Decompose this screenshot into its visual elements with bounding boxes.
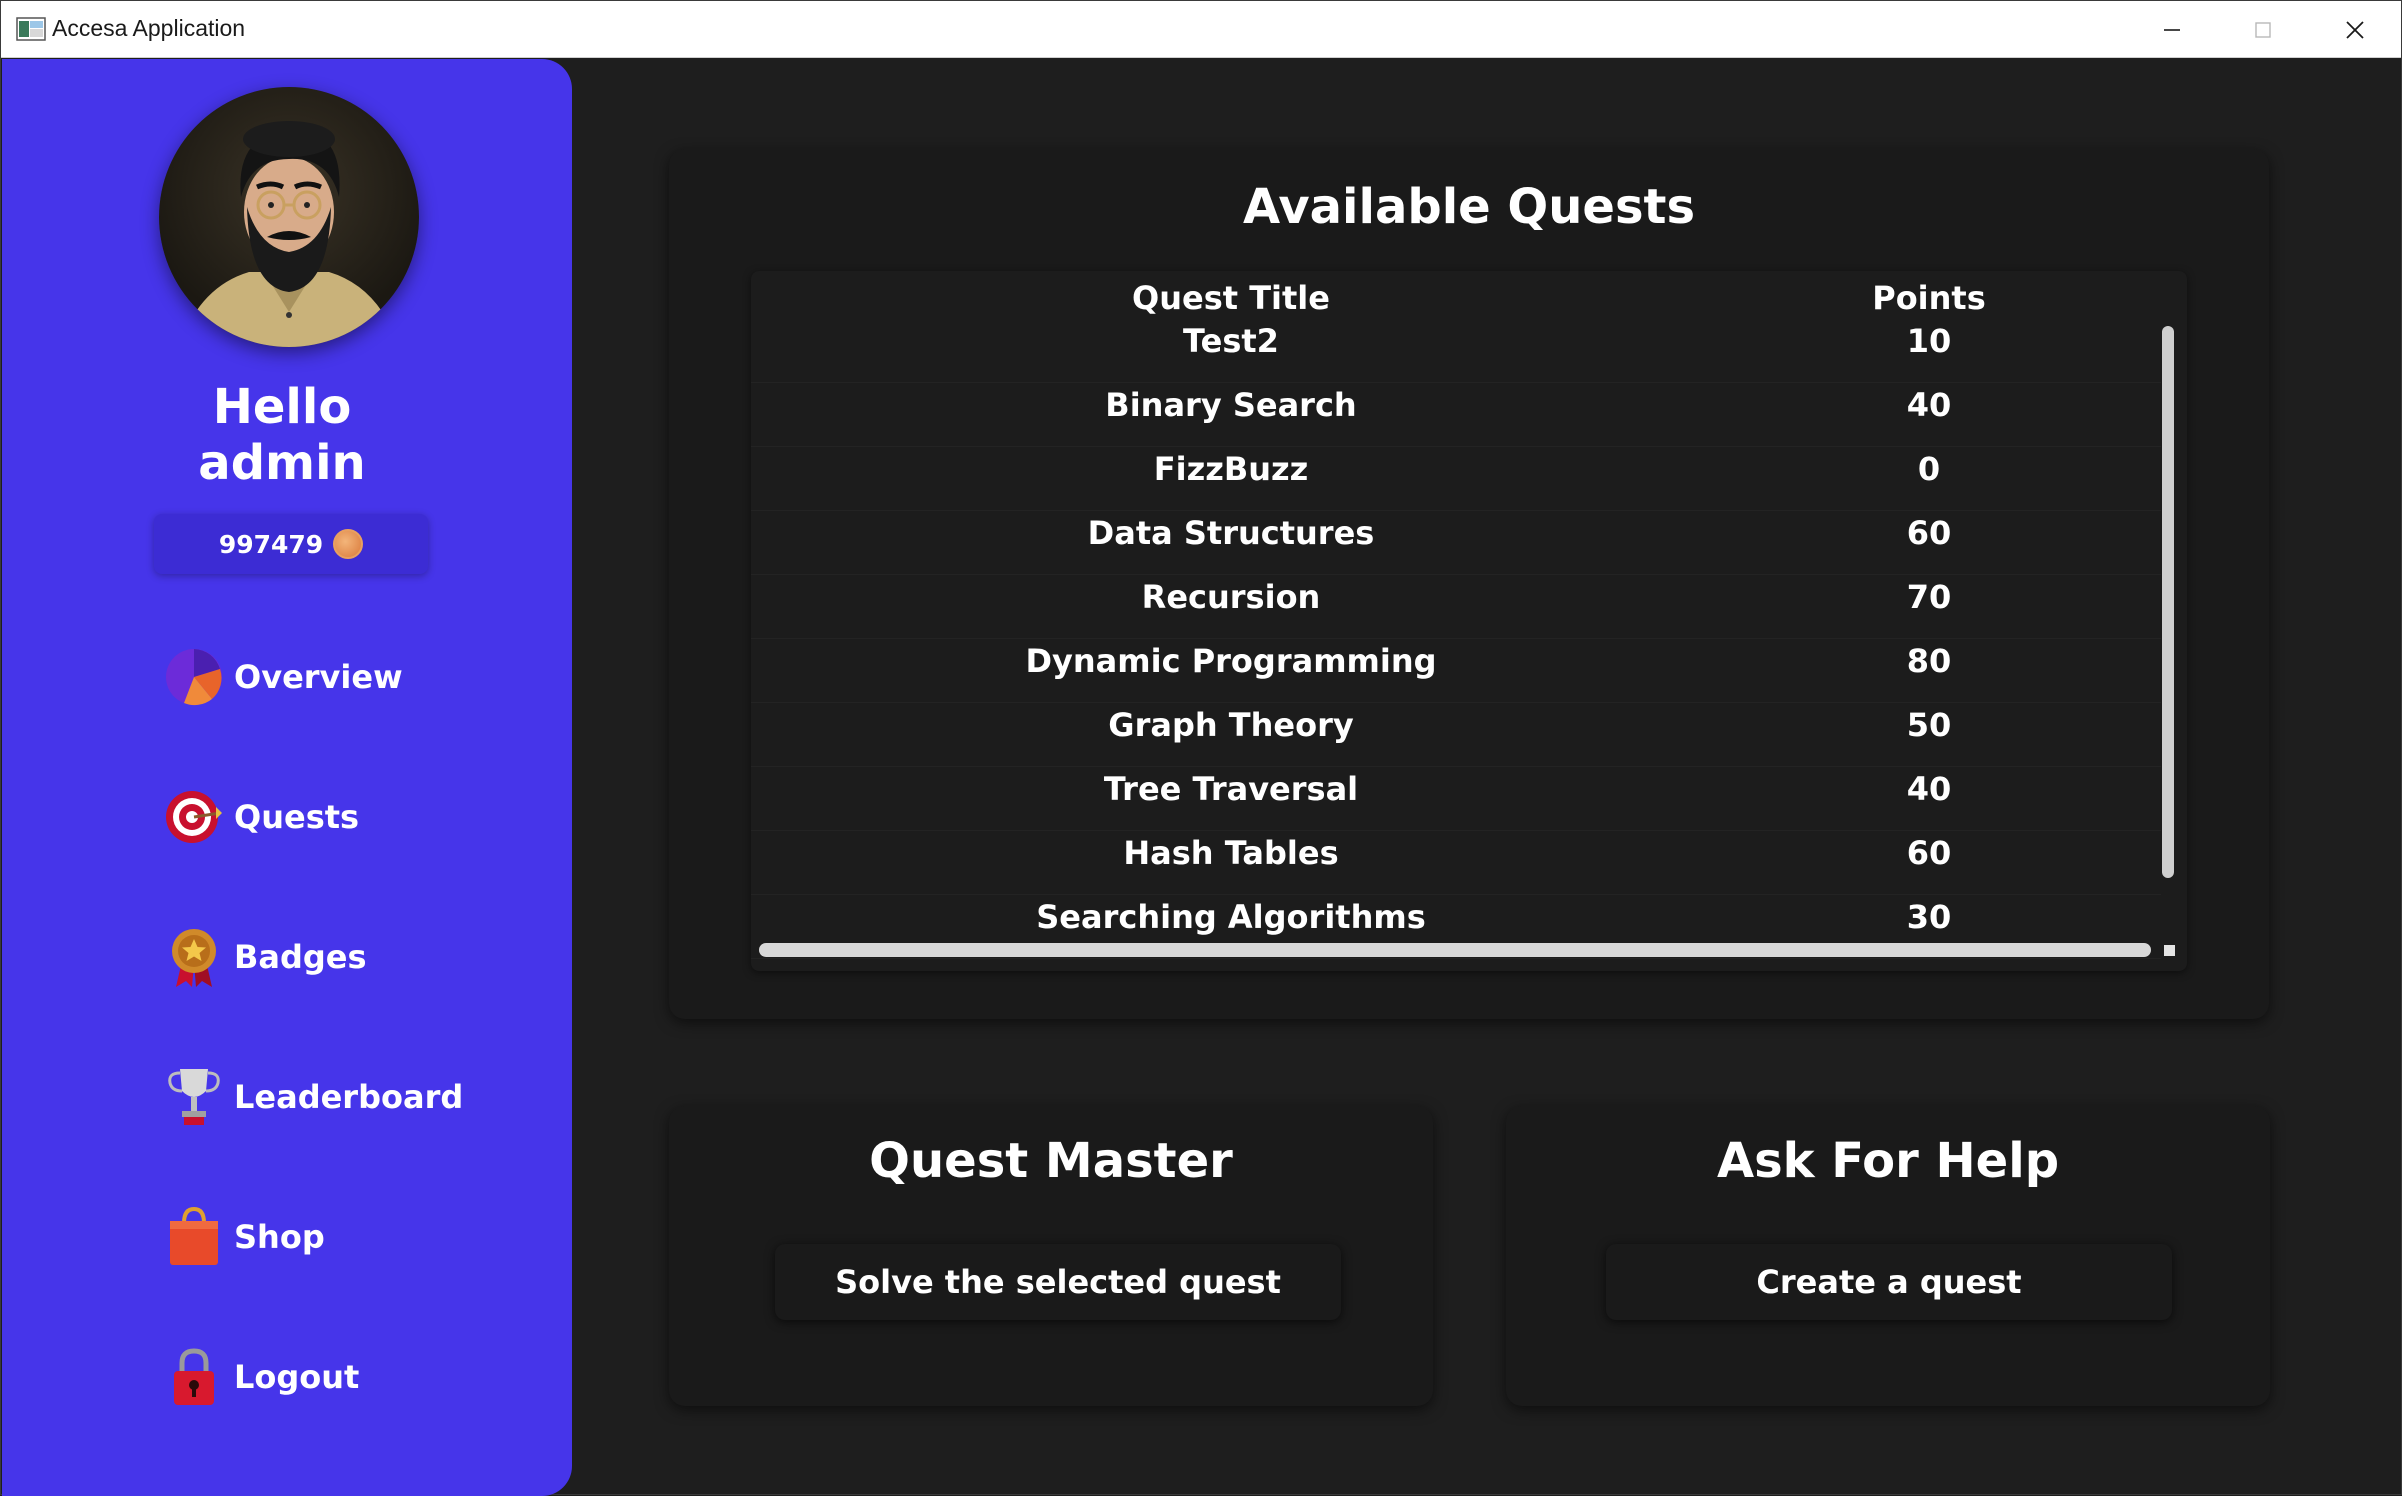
app-window: Accesa Application Hello admin 997479 Ov… [0,0,2402,1496]
quest-points-cell: 60 [1906,514,1952,552]
sidebar-item-label: Badges [234,938,367,976]
table-row[interactable]: Binary Search 40 [751,383,2161,447]
quest-title-cell: FizzBuzz [1153,450,1309,488]
lock-icon [162,1345,226,1409]
sidebar-item-logout[interactable]: Logout [162,1337,359,1417]
sidebar-item-overview[interactable]: Overview [162,637,403,717]
table-row[interactable]: Data Structures 60 [751,511,2161,575]
quest-points-cell: 70 [1906,578,1952,616]
avatar[interactable] [159,87,419,347]
quest-points-cell: 40 [1906,386,1952,424]
quest-title-cell: Binary Search [1105,386,1357,424]
quests-table-body: Test2 10 Binary Search 40 FizzBuzz 0 Dat… [751,319,2161,959]
quest-master-panel: Quest Master Solve the selected quest [669,1106,1433,1406]
sidebar-item-leaderboard[interactable]: Leaderboard [162,1057,463,1137]
maximize-icon [2255,21,2271,38]
table-row[interactable]: Recursion 70 [751,575,2161,639]
sidebar-item-quests[interactable]: Quests [162,777,359,857]
window-title: Accesa Application [52,15,246,41]
ask-for-help-title: Ask For Help [1716,1133,2060,1189]
coins-value: 997479 [218,529,324,559]
available-quests-title: Available Quests [1242,179,1696,235]
quests-table[interactable]: Quest Title Points Test2 10 Binary Searc… [751,271,2187,971]
table-row[interactable]: FizzBuzz 0 [751,447,2161,511]
greeting: Hello admin [82,379,482,491]
sidebar-item-label: Shop [234,1218,325,1256]
quest-title-cell: Data Structures [1087,514,1375,552]
table-row[interactable]: Dynamic Programming 80 [751,639,2161,703]
coin-icon [333,529,364,559]
minimize-button[interactable] [2126,1,2218,58]
sidebar-item-shop[interactable]: Shop [162,1197,325,1277]
quest-points-cell: 40 [1906,770,1952,808]
maximize-button[interactable] [2217,1,2309,58]
sidebar-item-label: Quests [234,798,360,836]
quest-title-cell: Test2 [1183,322,1279,360]
scroll-corner [2164,945,2175,956]
coins-balance: 997479 [154,514,428,574]
pie-chart-icon [162,645,226,709]
quest-points-cell: 30 [1906,898,1952,936]
vertical-scrollbar[interactable] [2162,326,2174,878]
greeting-hello: Hello [212,379,352,435]
table-row[interactable]: Graph Theory 50 [751,703,2161,767]
create-quest-button[interactable]: Create a quest [1606,1244,2172,1320]
quest-points-cell: 50 [1906,706,1952,744]
table-row[interactable]: Test2 10 [751,319,2161,383]
medal-icon [162,925,226,989]
solve-quest-button[interactable]: Solve the selected quest [775,1244,1341,1320]
table-row[interactable]: Hash Tables 60 [751,831,2161,895]
user-avatar-illustration [179,121,399,347]
app-icon [16,17,46,41]
table-row[interactable]: Tree Traversal 40 [751,767,2161,831]
close-button[interactable] [2309,1,2401,58]
quest-title-cell: Searching Algorithms [1036,898,1426,936]
quest-title-cell: Hash Tables [1123,834,1339,872]
quest-points-cell: 10 [1906,322,1952,360]
quest-points-cell: 60 [1906,834,1952,872]
sidebar-item-label: Leaderboard [234,1078,464,1116]
column-header-quest-title[interactable]: Quest Title [751,279,1711,317]
sidebar: Hello admin 997479 Overview Quests Badge… [2,59,572,1496]
quest-title-cell: Graph Theory [1108,706,1354,744]
horizontal-scrollbar[interactable] [759,943,2151,957]
quest-title-cell: Recursion [1141,578,1321,616]
minimize-icon [2164,28,2180,31]
title-bar: Accesa Application [1,1,2401,58]
greeting-username: admin [198,435,366,491]
quest-points-cell: 80 [1906,642,1952,680]
quest-title-cell: Dynamic Programming [1025,642,1437,680]
sidebar-item-label: Logout [234,1358,360,1396]
trophy-icon [162,1065,226,1129]
available-quests-panel: Available Quests Quest Title Points Test… [669,149,2269,1019]
quest-points-cell: 0 [1917,450,1941,488]
quest-title-cell: Tree Traversal [1103,770,1359,808]
target-icon [162,785,226,849]
sidebar-item-label: Overview [234,658,403,696]
sidebar-item-badges[interactable]: Badges [162,917,367,997]
quest-master-title: Quest Master [869,1133,1233,1189]
ask-for-help-panel: Ask For Help Create a quest [1506,1106,2270,1406]
close-icon [2346,20,2364,39]
column-header-points[interactable]: Points [1711,279,2147,317]
shopping-bag-icon [162,1205,226,1269]
